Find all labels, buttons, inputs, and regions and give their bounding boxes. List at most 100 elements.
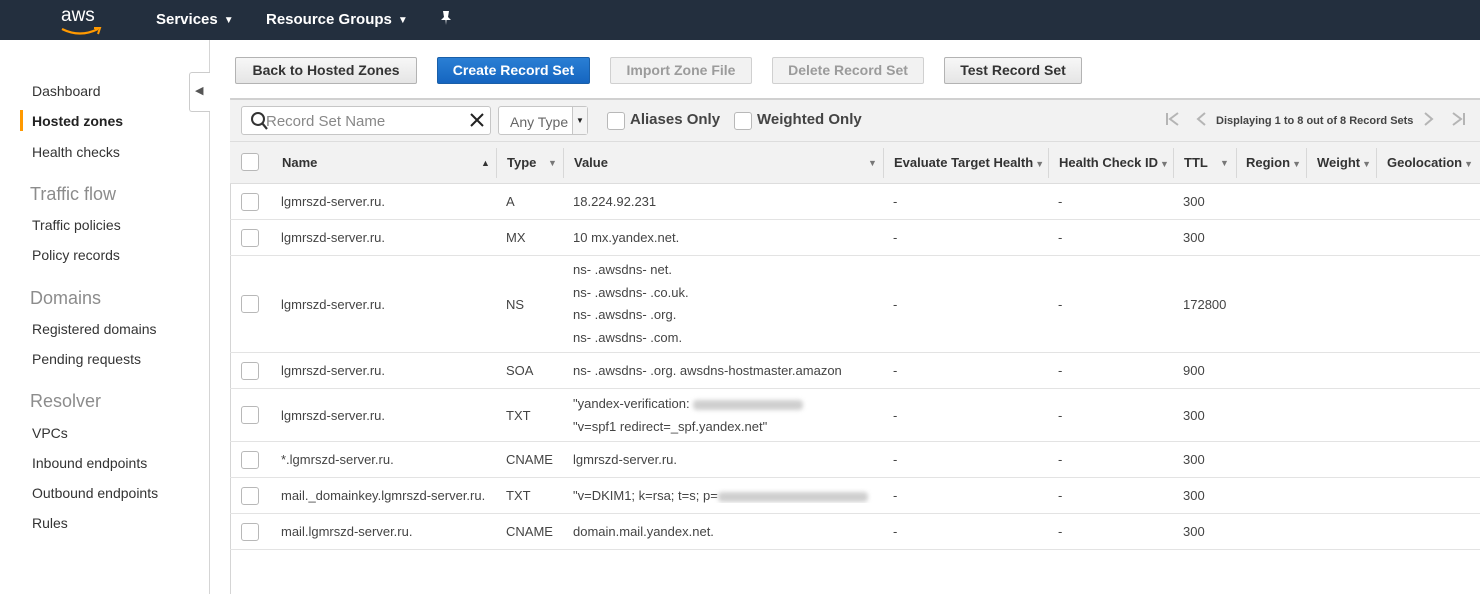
last-page-icon[interactable] bbox=[1450, 111, 1466, 132]
sidebar-item-pending-requests[interactable]: Pending requests bbox=[32, 351, 141, 367]
record-ttl: 300 bbox=[1183, 488, 1205, 503]
record-health-check-id: - bbox=[1058, 488, 1063, 503]
services-label: Services bbox=[156, 11, 218, 28]
top-navigation-bar: aws Services ▼ Resource Groups ▼ bbox=[0, 0, 1480, 40]
row-checkbox[interactable] bbox=[241, 406, 259, 424]
record-value: lgmrszd-server.ru. bbox=[573, 452, 678, 467]
value-line: ns- .awsdns- .org. bbox=[573, 307, 677, 322]
column-header-region[interactable]: Region ▼ bbox=[1246, 155, 1301, 170]
record-type: MX bbox=[506, 230, 526, 245]
column-divider bbox=[883, 148, 884, 178]
record-health-check-id: - bbox=[1058, 363, 1063, 378]
aws-smile-icon bbox=[61, 27, 102, 35]
column-header-name[interactable]: Name bbox=[282, 155, 317, 170]
row-checkbox[interactable] bbox=[241, 362, 259, 380]
create-record-set-button[interactable]: Create Record Set bbox=[437, 57, 590, 84]
sort-icon: ▼ bbox=[1220, 158, 1229, 168]
sort-icon: ▼ bbox=[548, 158, 557, 168]
first-page-icon[interactable] bbox=[1165, 111, 1181, 132]
column-header-value[interactable]: Value bbox=[574, 155, 608, 170]
back-to-hosted-zones-button[interactable]: Back to Hosted Zones bbox=[235, 57, 417, 84]
record-evaluate-target-health: - bbox=[893, 297, 898, 312]
record-evaluate-target-health: - bbox=[893, 194, 898, 209]
record-type: TXT bbox=[506, 488, 531, 503]
column-divider bbox=[496, 148, 497, 178]
row-checkbox[interactable] bbox=[241, 451, 259, 469]
record-name: lgmrszd-server.ru. bbox=[281, 408, 386, 423]
aliases-only-checkbox[interactable] bbox=[607, 112, 625, 130]
record-name: lgmrszd-server.ru. bbox=[281, 230, 386, 245]
row-checkbox[interactable] bbox=[241, 487, 259, 505]
row-checkbox[interactable] bbox=[241, 523, 259, 541]
import-zone-file-button[interactable]: Import Zone File bbox=[610, 57, 752, 84]
sidebar-item-policy-records[interactable]: Policy records bbox=[32, 247, 120, 263]
pushpin-icon[interactable] bbox=[440, 10, 452, 29]
record-ttl: 300 bbox=[1183, 408, 1205, 423]
record-ttl: 300 bbox=[1183, 230, 1205, 245]
sidebar-item-health-checks[interactable]: Health checks bbox=[32, 144, 120, 160]
chevron-down-icon: ▼ bbox=[223, 15, 234, 26]
value-line: "yandex-verification: bbox=[573, 393, 873, 416]
record-evaluate-target-health: - bbox=[893, 488, 898, 503]
record-name: mail._domainkey.lgmrszd-server.ru. bbox=[281, 488, 486, 503]
sidebar-item-registered-domains[interactable]: Registered domains bbox=[32, 321, 157, 337]
record-health-check-id: - bbox=[1058, 230, 1063, 245]
sidebar-item-outbound-endpoints[interactable]: Outbound endpoints bbox=[32, 485, 158, 501]
record-ttl: 172800 bbox=[1183, 297, 1227, 312]
value-line: ns- .awsdns- .co.uk. bbox=[573, 284, 689, 300]
record-evaluate-target-health: - bbox=[893, 230, 898, 245]
record-set-search[interactable] bbox=[241, 106, 491, 135]
record-health-check-id: - bbox=[1058, 452, 1063, 467]
aws-logo[interactable]: aws bbox=[60, 5, 104, 35]
record-name: lgmrszd-server.ru. bbox=[281, 297, 386, 312]
select-all-checkbox[interactable] bbox=[241, 153, 259, 171]
record-evaluate-target-health: - bbox=[893, 452, 898, 467]
record-evaluate-target-health: - bbox=[893, 524, 898, 539]
column-header-evaluate-target-health[interactable]: Evaluate Target Health ▼ bbox=[894, 155, 1044, 170]
column-header-type[interactable]: Type bbox=[507, 155, 536, 170]
sidebar-item-inbound-endpoints[interactable]: Inbound endpoints bbox=[32, 455, 147, 471]
row-checkbox[interactable] bbox=[241, 193, 259, 211]
previous-page-icon[interactable] bbox=[1195, 111, 1207, 132]
resource-groups-menu[interactable]: Resource Groups ▼ bbox=[266, 11, 408, 28]
record-type: CNAME bbox=[506, 452, 553, 467]
next-page-icon[interactable] bbox=[1423, 111, 1435, 132]
column-divider bbox=[1306, 148, 1307, 178]
test-record-set-button[interactable]: Test Record Set bbox=[944, 57, 1082, 84]
record-value: 10 mx.yandex.net. bbox=[573, 230, 680, 245]
record-type: CNAME bbox=[506, 524, 553, 539]
row-checkbox[interactable] bbox=[241, 295, 259, 313]
column-divider bbox=[563, 148, 564, 178]
sidebar-item-traffic-policies[interactable]: Traffic policies bbox=[32, 217, 121, 233]
sidebar-heading-traffic-flow: Traffic flow bbox=[30, 184, 117, 204]
record-type: SOA bbox=[506, 363, 534, 378]
value-line: ns- .awsdns- .com. bbox=[573, 329, 683, 345]
column-divider bbox=[1173, 148, 1174, 178]
services-menu[interactable]: Services ▼ bbox=[156, 11, 234, 28]
record-health-check-id: - bbox=[1058, 297, 1063, 312]
sidebar-item-hosted-zones[interactable]: Hosted zones bbox=[32, 113, 123, 129]
column-header-geolocation[interactable]: Geolocation ▼ bbox=[1387, 155, 1473, 170]
sidebar-item-vpcs[interactable]: VPCs bbox=[32, 425, 68, 441]
clear-icon[interactable] bbox=[468, 109, 486, 137]
search-input[interactable] bbox=[266, 111, 462, 131]
record-ttl: 900 bbox=[1183, 363, 1205, 378]
column-header-ttl[interactable]: TTL bbox=[1184, 155, 1208, 170]
value-line: "v=spf1 redirect=_spf.yandex.net" bbox=[573, 418, 768, 434]
column-header-health-check-id[interactable]: Health Check ID ▼ bbox=[1059, 155, 1169, 170]
record-name: *.lgmrszd-server.ru. bbox=[281, 452, 394, 467]
sidebar-item-dashboard[interactable]: Dashboard bbox=[32, 83, 101, 99]
sort-icon: ▼ bbox=[868, 158, 877, 168]
record-value: ns- .awsdns- .org. awsdns-hostmaster.ama… bbox=[573, 363, 842, 378]
type-filter-select[interactable]: Any Type ▼ bbox=[498, 106, 588, 135]
chevron-down-icon: ▼ bbox=[397, 15, 408, 26]
weighted-only-checkbox[interactable] bbox=[734, 112, 752, 130]
record-evaluate-target-health: - bbox=[893, 363, 898, 378]
delete-record-set-button[interactable]: Delete Record Set bbox=[772, 57, 924, 84]
column-header-weight[interactable]: Weight ▼ bbox=[1317, 155, 1371, 170]
record-type: TXT bbox=[506, 408, 531, 423]
row-checkbox[interactable] bbox=[241, 229, 259, 247]
record-health-check-id: - bbox=[1058, 408, 1063, 423]
sidebar-item-rules[interactable]: Rules bbox=[32, 515, 68, 531]
sidebar-collapse-button[interactable]: ◀ bbox=[189, 72, 210, 112]
